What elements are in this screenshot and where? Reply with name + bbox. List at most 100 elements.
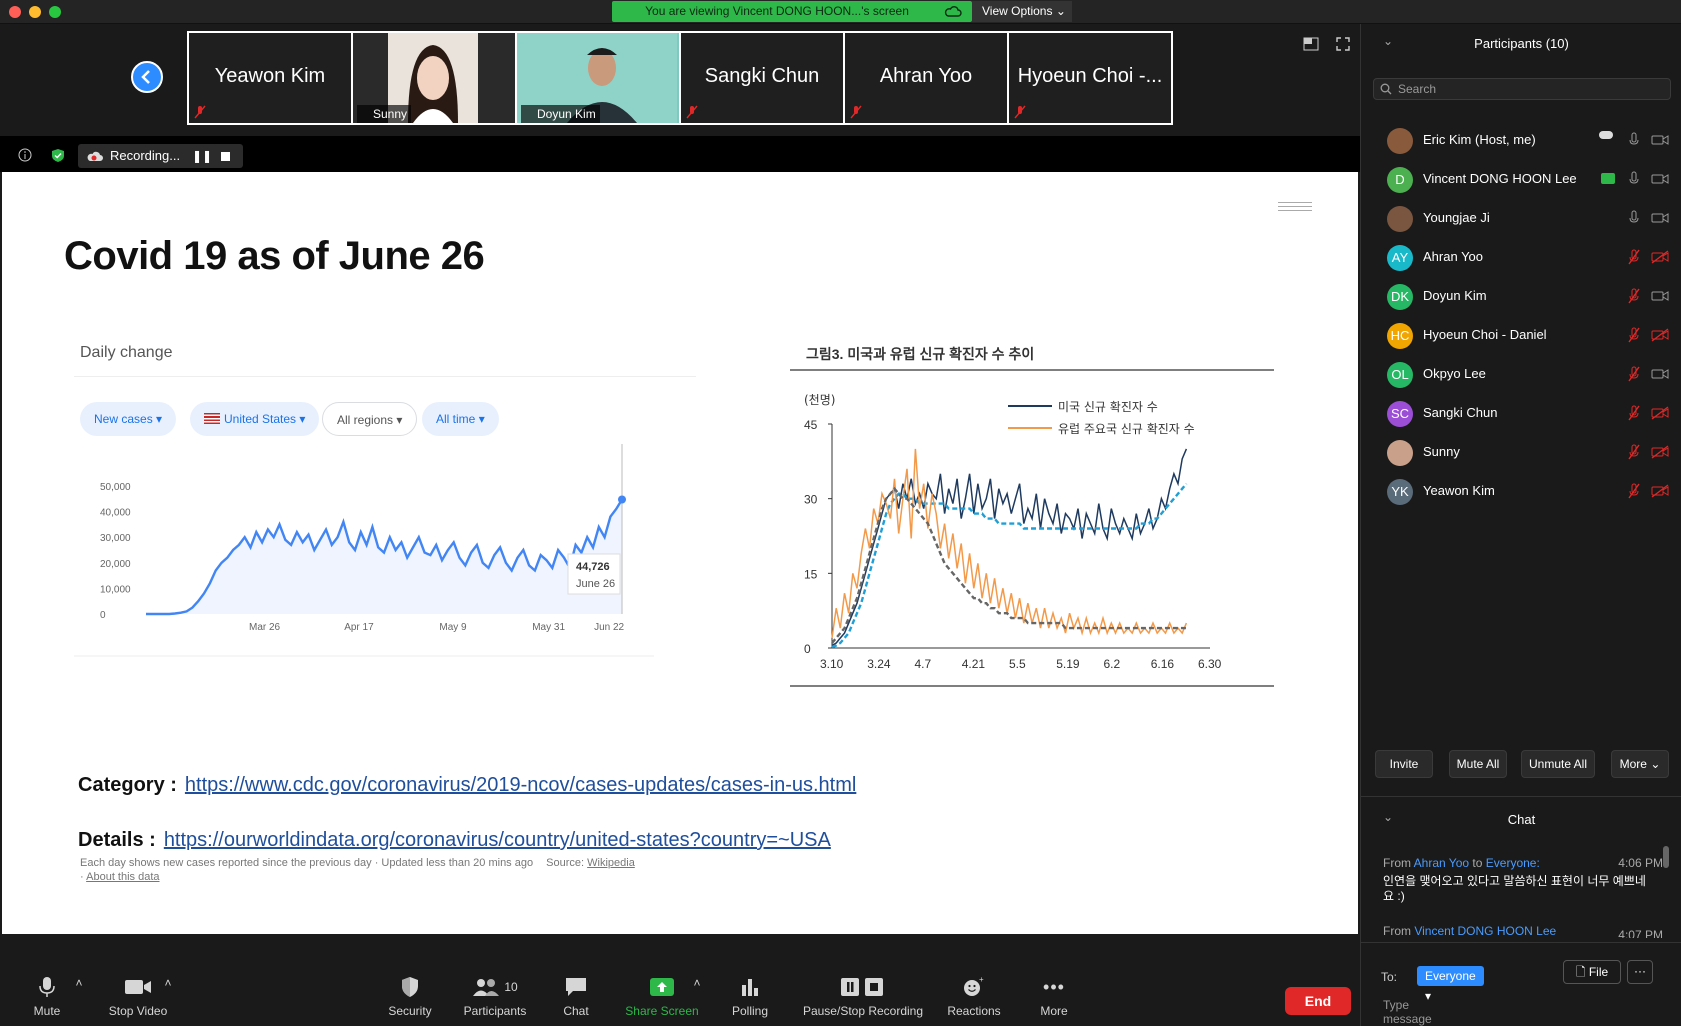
video-tile-sunny[interactable]: Sunny (353, 33, 515, 123)
chat-button[interactable]: Chat (556, 972, 596, 1026)
microphone-icon[interactable] (1627, 132, 1641, 148)
polling-button[interactable]: Polling (728, 972, 772, 1026)
participant-row[interactable]: Youngjae Ji (1387, 202, 1677, 238)
layout-toggle-icon[interactable] (1303, 37, 1319, 51)
participant-row[interactable]: Sunny (1387, 436, 1677, 472)
video-camera-icon[interactable] (1651, 211, 1669, 225)
last-point (618, 495, 626, 504)
muted-mic-icon[interactable] (1627, 366, 1641, 382)
security-shield-icon[interactable] (51, 148, 65, 163)
chat-input[interactable]: Type message here... (1383, 998, 1432, 1026)
sender-name[interactable]: Ahran Yoo (1414, 856, 1469, 870)
cdc-link[interactable]: https://www.cdc.gov/coronavirus/2019-nco… (185, 774, 856, 796)
cloud-icon (944, 6, 962, 17)
video-camera-icon[interactable] (1651, 367, 1669, 381)
video-camera-icon[interactable] (1651, 133, 1669, 147)
participant-search-input[interactable]: Search (1373, 78, 1671, 100)
video-off-icon[interactable] (1651, 250, 1669, 264)
video-tile-doyun-kim[interactable]: Doyun Kim (517, 33, 679, 123)
video-thumbnails: Yeawon Kim Sunny Doyun Kim Sangki Chun A… (187, 31, 1173, 125)
video-off-icon[interactable] (1651, 484, 1669, 498)
chat-more-button[interactable]: ··· (1627, 960, 1653, 984)
viewing-banner: You are viewing Vincent DONG HOON...'s s… (612, 1, 972, 22)
previous-page-button[interactable] (131, 61, 163, 93)
owid-link[interactable]: https://ourworldindata.org/coronavirus/c… (164, 829, 831, 851)
message-time: 4:07 PM (1618, 928, 1663, 938)
wikipedia-link[interactable]: Wikipedia (587, 857, 635, 869)
mute-button[interactable]: Mute (20, 972, 74, 1026)
message-time: 4:06 PM (1618, 856, 1663, 870)
mute-all-button[interactable]: Mute All (1449, 750, 1507, 778)
security-button[interactable]: Security (380, 972, 440, 1026)
participant-row[interactable]: HC Hyoeun Choi - Daniel (1387, 319, 1677, 355)
x-tick-label: 4.7 (915, 657, 932, 671)
slide-title: Covid 19 as of June 26 (64, 234, 485, 278)
participant-row[interactable]: DK Doyun Kim (1387, 280, 1677, 316)
video-off-icon[interactable] (1651, 406, 1669, 420)
info-icon[interactable] (18, 148, 32, 162)
participants-button[interactable]: 10 Participants (452, 972, 538, 1026)
new-cases-filter[interactable]: New cases ▾ (80, 402, 177, 436)
file-button[interactable]: 🗋 File (1563, 960, 1621, 984)
country-filter[interactable]: United States ▾ (190, 402, 320, 436)
minimize-window-button[interactable] (29, 6, 41, 18)
video-off-icon[interactable] (1651, 328, 1669, 342)
microphone-icon[interactable] (1627, 210, 1641, 226)
muted-mic-icon[interactable] (1627, 249, 1641, 265)
stop-recording-icon[interactable] (221, 152, 230, 161)
share-options-caret[interactable]: ˄ (690, 976, 704, 1026)
view-options-button[interactable]: View Options ⌄ (972, 1, 1072, 22)
sender-name[interactable]: Vincent DONG HOON Lee (1414, 924, 1556, 938)
microphone-icon[interactable] (1627, 171, 1641, 187)
invite-button[interactable]: Invite (1375, 750, 1433, 778)
video-off-icon[interactable] (1651, 445, 1669, 459)
participant-row[interactable]: OL Okpyo Lee (1387, 358, 1677, 394)
participant-row[interactable]: SC Sangki Chun (1387, 397, 1677, 433)
chat-scrollbar[interactable] (1663, 846, 1669, 868)
end-meeting-button[interactable]: End (1285, 987, 1351, 1015)
legend-label-us: 미국 신규 확진자 수 (1058, 400, 1158, 414)
x-tick-label: May 31 (532, 622, 565, 633)
close-window-button[interactable] (9, 6, 21, 18)
more-options-button[interactable]: ••• More (1034, 972, 1074, 1026)
reactions-button[interactable]: + Reactions (942, 972, 1006, 1026)
menu-lines-icon (1278, 202, 1312, 214)
recipient-dropdown[interactable]: Everyone ▾ (1417, 966, 1484, 1003)
security-label: Security (388, 1004, 432, 1018)
participants-more-button[interactable]: More ⌄ (1611, 750, 1669, 778)
more-label: More (1040, 1004, 1068, 1018)
daily-change-label: Daily change (80, 344, 173, 361)
chat-message: From Vincent DONG HOON Lee 4:07 PM (1383, 924, 1663, 938)
recipient-name[interactable]: Everyone: (1486, 856, 1540, 870)
tile-label: Sunny (357, 105, 412, 123)
audio-options-caret[interactable]: ˄ (72, 976, 86, 1026)
muted-mic-icon[interactable] (1627, 444, 1641, 460)
video-tile-yeawon-kim[interactable]: Yeawon Kim (189, 33, 351, 123)
muted-mic-icon[interactable] (1627, 288, 1641, 304)
unmute-all-button[interactable]: Unmute All (1521, 750, 1595, 778)
muted-mic-icon[interactable] (1627, 405, 1641, 421)
video-camera-icon[interactable] (1651, 172, 1669, 186)
video-tile-ahran-yoo[interactable]: Ahran Yoo (845, 33, 1007, 123)
tile-label: Doyun Kim (521, 105, 600, 123)
participant-row[interactable]: YK Yeawon Kim (1387, 475, 1677, 511)
time-filter[interactable]: All time ▾ (422, 402, 499, 436)
maximize-window-button[interactable] (49, 6, 61, 18)
participant-row[interactable]: AY Ahran Yoo (1387, 241, 1677, 277)
pause-stop-recording-button[interactable]: Pause/Stop Recording (796, 972, 930, 1026)
fullscreen-icon[interactable] (1336, 37, 1350, 51)
participant-row[interactable]: Eric Kim (Host, me) (1387, 124, 1677, 160)
video-options-caret[interactable]: ˄ (161, 976, 175, 1026)
muted-mic-icon[interactable] (1627, 483, 1641, 499)
pause-recording-icon[interactable]: ❚❚ (192, 144, 212, 168)
muted-mic-icon (686, 105, 698, 119)
about-data-link[interactable]: About this data (86, 871, 159, 883)
video-tile-sangki-chun[interactable]: Sangki Chun (681, 33, 843, 123)
dropdown-arrow-icon: ▾ (156, 412, 163, 426)
video-tile-hyoeun-choi[interactable]: Hyoeun Choi -... (1009, 33, 1171, 123)
muted-mic-icon[interactable] (1627, 327, 1641, 343)
participant-row[interactable]: D Vincent DONG HOON Lee (1387, 163, 1677, 199)
meeting-toolbar: Mute ˄ Stop Video ˄ Security 10 Particip… (0, 972, 1360, 1026)
regions-filter[interactable]: All regions ▾ (322, 402, 418, 436)
video-camera-icon[interactable] (1651, 289, 1669, 303)
